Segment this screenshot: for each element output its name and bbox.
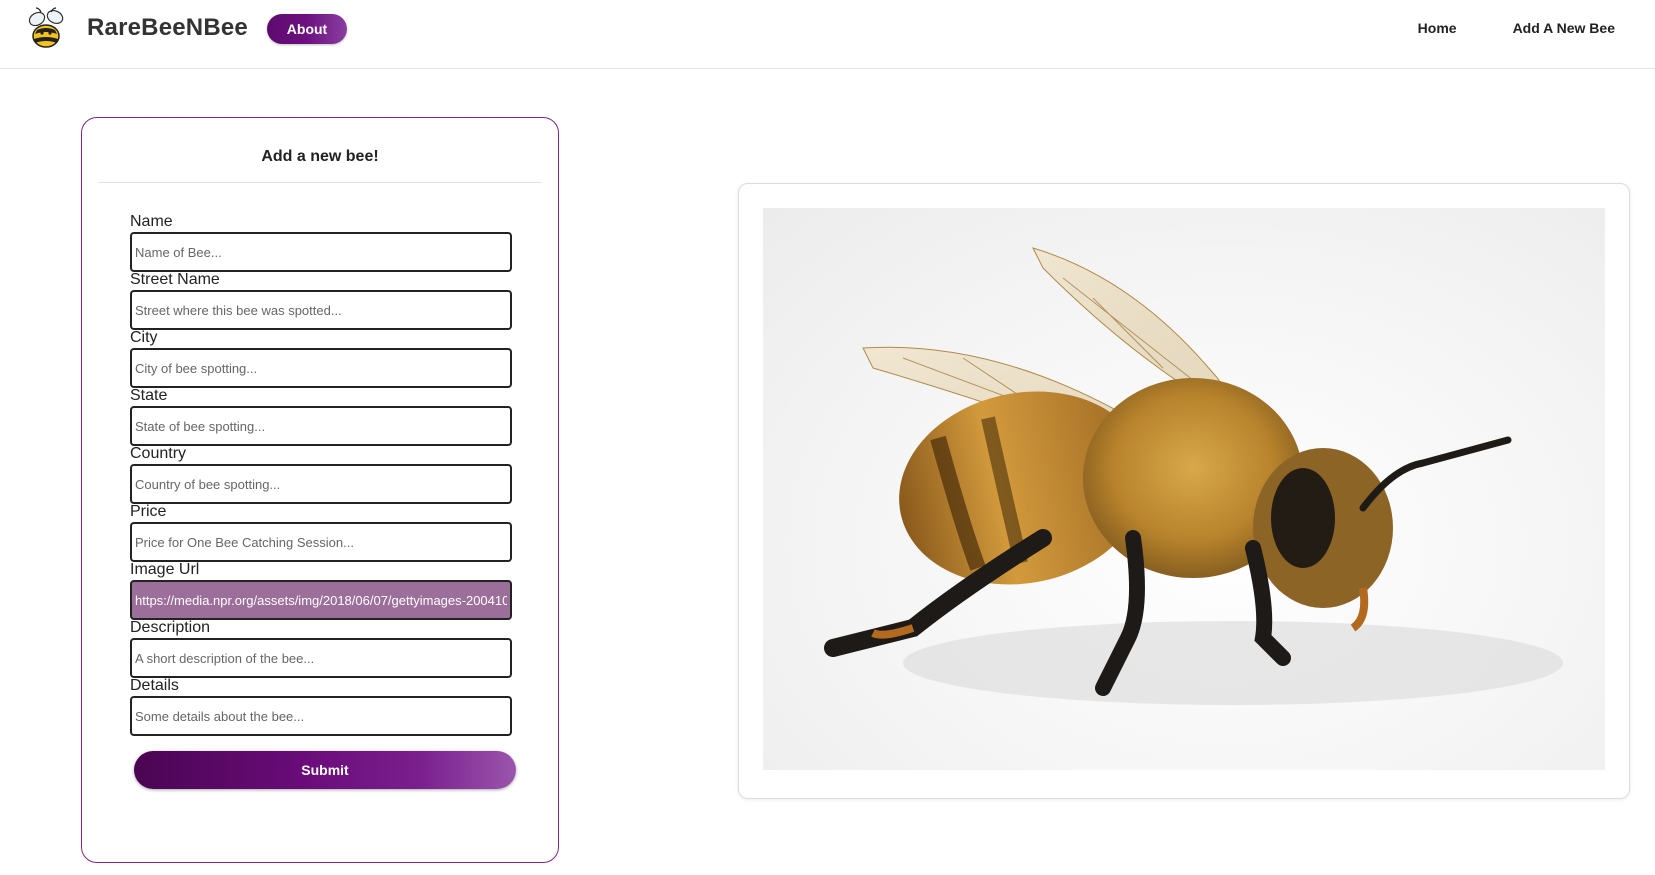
field-price: Price	[130, 503, 512, 562]
field-country: Country	[130, 445, 512, 504]
form-divider	[98, 182, 542, 183]
nav-links: Home Add A New Bee	[1418, 20, 1615, 36]
field-details: Details	[130, 677, 512, 736]
nav-add-bee-link[interactable]: Add A New Bee	[1513, 20, 1615, 36]
state-label: State	[130, 387, 168, 404]
price-input[interactable]	[130, 522, 512, 562]
state-input[interactable]	[130, 406, 512, 446]
field-street: Street Name	[130, 271, 512, 330]
details-input[interactable]	[130, 696, 512, 736]
brand-name[interactable]: RareBeeNBee	[87, 14, 248, 42]
nav-home-link[interactable]: Home	[1418, 20, 1457, 36]
field-state: State	[130, 387, 512, 446]
details-label: Details	[130, 677, 179, 694]
image-preview-card	[738, 183, 1630, 799]
field-name: Name	[130, 213, 512, 272]
street-name-label: Street Name	[130, 271, 220, 288]
description-label: Description	[130, 619, 211, 636]
form-title: Add a new bee!	[261, 148, 379, 165]
street-name-input[interactable]	[130, 290, 512, 330]
country-input[interactable]	[130, 464, 512, 504]
price-label: Price	[130, 503, 167, 520]
name-label: Name	[130, 213, 173, 230]
name-input[interactable]	[130, 232, 512, 272]
field-city: City	[130, 329, 512, 388]
field-description: Description	[130, 619, 512, 678]
navbar: RareBeeNBee About Home Add A New Bee	[0, 0, 1655, 69]
field-image-url: Image Url	[130, 561, 512, 620]
bee-logo-icon[interactable]	[24, 6, 70, 52]
image-url-label: Image Url	[130, 561, 200, 578]
submit-button[interactable]: Submit	[134, 751, 516, 789]
add-bee-form: Add a new bee! Name Street Name City Sta…	[81, 117, 559, 863]
country-label: Country	[130, 445, 187, 462]
bee-photo-icon	[763, 208, 1605, 770]
city-input[interactable]	[130, 348, 512, 388]
image-url-input[interactable]	[130, 580, 512, 620]
about-button[interactable]: About	[267, 14, 347, 44]
description-input[interactable]	[130, 638, 512, 678]
city-label: City	[130, 329, 158, 346]
